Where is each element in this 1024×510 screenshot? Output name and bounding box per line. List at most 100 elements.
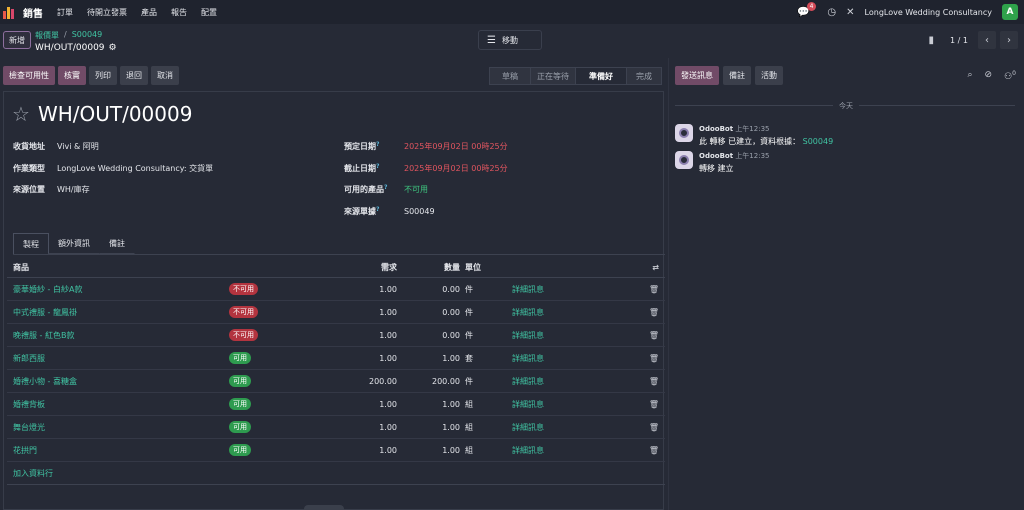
log-note-button[interactable]: 備註	[723, 66, 751, 85]
row-quantity[interactable]: 0.00	[397, 331, 460, 340]
paperclip-icon[interactable]: ⊘	[985, 70, 993, 82]
message-author[interactable]: OdooBot	[699, 152, 733, 160]
row-unit[interactable]: 組	[460, 399, 512, 410]
row-product[interactable]: 舞台燈光	[7, 422, 229, 433]
sales-app-icon[interactable]	[3, 5, 17, 19]
menu-products[interactable]: 產品	[141, 7, 157, 18]
menu-configuration[interactable]: 配置	[201, 7, 217, 18]
trash-icon[interactable]: 🗑	[612, 423, 665, 432]
trash-icon[interactable]: 🗑	[612, 400, 665, 409]
search-icon[interactable]: ⌕	[968, 70, 973, 82]
row-quantity[interactable]: 1.00	[397, 400, 460, 409]
menu-to-invoice[interactable]: 待開立發票	[87, 7, 127, 18]
col-product[interactable]: 商品	[7, 262, 229, 273]
column-settings-icon[interactable]: ⇄	[612, 263, 665, 272]
add-line-link[interactable]: 加入資料行	[7, 462, 665, 485]
row-demand[interactable]: 1.00	[349, 423, 397, 432]
stage-ready[interactable]: 準備好	[575, 67, 627, 85]
bot-avatar[interactable]	[675, 151, 693, 169]
row-detail-link[interactable]: 詳細訊息	[512, 422, 612, 433]
row-detail-link[interactable]: 詳細訊息	[512, 307, 612, 318]
clock-icon[interactable]: ◷	[827, 7, 836, 18]
row-unit[interactable]: 件	[460, 307, 512, 318]
row-product[interactable]: 中式禮服 - 龍鳳褂	[7, 307, 229, 318]
row-demand[interactable]: 1.00	[349, 285, 397, 294]
row-unit[interactable]: 組	[460, 422, 512, 433]
tab-additional-info[interactable]: 額外資訊	[48, 233, 100, 254]
table-row[interactable]: 婚禮小物 - 喜糖盒 可用 200.00 200.00 件詳細訊息 🗑	[7, 370, 665, 393]
row-product[interactable]: 花拱門	[7, 445, 229, 456]
field-value[interactable]: WH/庫存	[57, 184, 90, 195]
row-demand[interactable]: 200.00	[349, 377, 397, 386]
activity-button[interactable]: 活動	[755, 66, 783, 85]
trash-icon[interactable]: 🗑	[612, 446, 665, 455]
col-unit[interactable]: 單位	[460, 262, 512, 273]
row-unit[interactable]: 組	[460, 445, 512, 456]
table-row[interactable]: 豪華婚紗 - 白紗A款 不可用 1.00 0.00 件詳細訊息 🗑	[7, 278, 665, 301]
table-row[interactable]: 新郎西服 可用 1.00 1.00 套詳細訊息 🗑	[7, 347, 665, 370]
row-demand[interactable]: 1.00	[349, 354, 397, 363]
row-product[interactable]: 豪華婚紗 - 白紗A款	[7, 284, 229, 295]
check-availability-button[interactable]: 檢查可用性	[3, 66, 55, 85]
help-icon[interactable]: ?	[376, 141, 379, 148]
field-value[interactable]: 2025年09月02日 00時25分	[404, 141, 508, 152]
help-icon[interactable]: ?	[376, 163, 379, 170]
table-row[interactable]: 舞台燈光 可用 1.00 1.00 組詳細訊息 🗑	[7, 416, 665, 439]
row-quantity[interactable]: 0.00	[397, 308, 460, 317]
move-button[interactable]: ☰ 移動	[478, 30, 542, 50]
row-demand[interactable]: 1.00	[349, 308, 397, 317]
col-quantity[interactable]: 數量	[397, 262, 460, 273]
row-detail-link[interactable]: 詳細訊息	[512, 353, 612, 364]
row-quantity[interactable]: 1.00	[397, 354, 460, 363]
bot-avatar[interactable]	[675, 124, 693, 142]
breadcrumb-order[interactable]: S00049	[72, 30, 103, 41]
message-author[interactable]: OdooBot	[699, 125, 733, 133]
pager-previous-button[interactable]: ‹	[978, 31, 996, 49]
trash-icon[interactable]: 🗑	[612, 354, 665, 363]
stage-waiting[interactable]: 正在等待	[530, 67, 576, 85]
table-row[interactable]: 婚禮背板 可用 1.00 1.00 組詳細訊息 🗑	[7, 393, 665, 416]
trash-icon[interactable]: 🗑	[612, 331, 665, 340]
gear-icon[interactable]: ⚙	[109, 43, 117, 53]
row-quantity[interactable]: 1.00	[397, 446, 460, 455]
table-row[interactable]: 晚禮服 - 紅色B款 不可用 1.00 0.00 件詳細訊息 🗑	[7, 324, 665, 347]
menu-reporting[interactable]: 報告	[171, 7, 187, 18]
row-unit[interactable]: 套	[460, 353, 512, 364]
field-value[interactable]: 2025年09月02日 00時25分	[404, 163, 508, 174]
breadcrumb-quotations[interactable]: 報價單	[35, 30, 59, 41]
trash-icon[interactable]: 🗑	[612, 285, 665, 294]
row-unit[interactable]: 件	[460, 376, 512, 387]
user-avatar[interactable]: A	[1002, 4, 1018, 20]
menu-orders[interactable]: 訂單	[57, 7, 73, 18]
validate-button[interactable]: 核實	[58, 66, 86, 85]
row-quantity[interactable]: 1.00	[397, 423, 460, 432]
tools-icon[interactable]: ✕	[846, 7, 854, 18]
field-value[interactable]: Vivi & 阿明	[57, 141, 99, 152]
row-unit[interactable]: 件	[460, 284, 512, 295]
row-product[interactable]: 婚禮背板	[7, 399, 229, 410]
row-unit[interactable]: 件	[460, 330, 512, 341]
row-detail-link[interactable]: 詳細訊息	[512, 330, 612, 341]
scroll-handle[interactable]	[304, 505, 344, 510]
star-icon[interactable]: ☆	[12, 102, 30, 126]
trash-icon[interactable]: 🗑	[612, 308, 665, 317]
row-demand[interactable]: 1.00	[349, 400, 397, 409]
row-detail-link[interactable]: 詳細訊息	[512, 445, 612, 456]
row-detail-link[interactable]: 詳細訊息	[512, 376, 612, 387]
new-button[interactable]: 新增	[3, 31, 31, 49]
followers-icon[interactable]: ⚇0	[1004, 70, 1016, 82]
pager-value[interactable]: 1 / 1	[950, 36, 968, 45]
return-button[interactable]: 退回	[120, 66, 148, 85]
cancel-button[interactable]: 取消	[151, 66, 179, 85]
table-row[interactable]: 花拱門 可用 1.00 1.00 組詳細訊息 🗑	[7, 439, 665, 462]
send-message-button[interactable]: 發送訊息	[675, 66, 719, 85]
print-button[interactable]: 列印	[89, 66, 117, 85]
table-row[interactable]: 中式禮服 - 龍鳳褂 不可用 1.00 0.00 件詳細訊息 🗑	[7, 301, 665, 324]
app-name[interactable]: 銷售	[23, 5, 43, 20]
company-switcher[interactable]: LongLove Wedding Consultancy	[865, 8, 992, 17]
tab-operations[interactable]: 製程	[13, 233, 49, 254]
row-detail-link[interactable]: 詳細訊息	[512, 284, 612, 295]
message-link[interactable]: S00049	[803, 137, 834, 146]
tab-note[interactable]: 備註	[99, 233, 135, 254]
row-product[interactable]: 婚禮小物 - 喜糖盒	[7, 376, 229, 387]
